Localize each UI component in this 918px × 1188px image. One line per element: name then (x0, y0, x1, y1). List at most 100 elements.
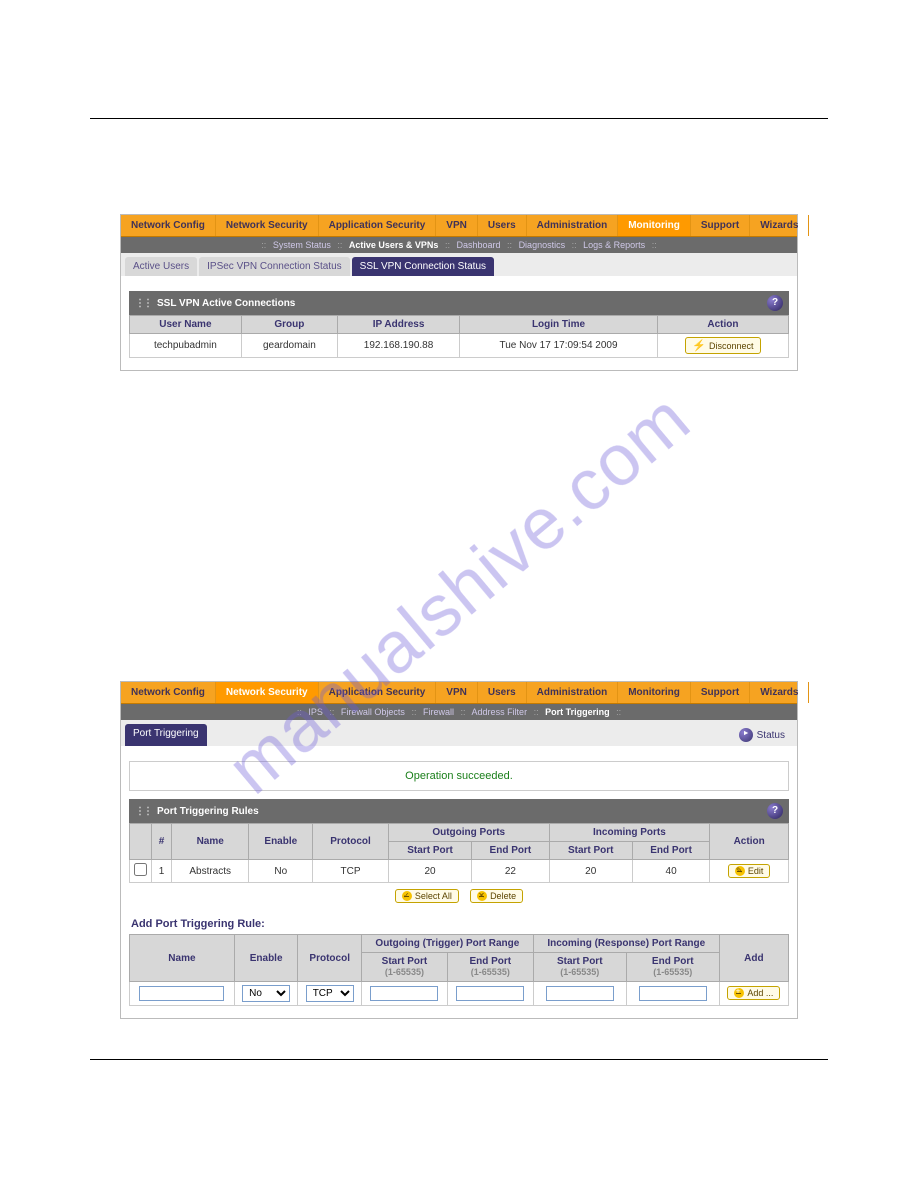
select-enable[interactable]: No (242, 985, 290, 1002)
table-row: 1 Abstracts No TCP 20 22 20 40 Edit (130, 860, 789, 883)
nav2-support[interactable]: Support (691, 682, 750, 703)
nav2-wizards[interactable]: Wizards (750, 682, 809, 703)
nav-wizards[interactable]: Wizards (750, 215, 809, 236)
tab-ipsec-status[interactable]: IPSec VPN Connection Status (199, 257, 350, 276)
nav-monitoring[interactable]: Monitoring (618, 215, 691, 236)
sub-nav-2: :: IPS :: Firewall Objects :: Firewall :… (121, 704, 797, 720)
input-out-end[interactable] (456, 986, 524, 1001)
tab-ssl-status[interactable]: SSL VPN Connection Status (352, 257, 494, 276)
input-in-start[interactable] (546, 986, 614, 1001)
add-button[interactable]: Add ... (727, 986, 780, 1000)
nav2-vpn[interactable]: VPN (436, 682, 478, 703)
nav-vpn[interactable]: VPN (436, 215, 478, 236)
row-checkbox[interactable] (134, 863, 147, 876)
cell-action: ⚡Disconnect (657, 334, 788, 358)
rules-table: # Name Enable Protocol Outgoing Ports In… (129, 823, 789, 883)
cell-in-end: 40 (632, 860, 709, 883)
nav-application-security[interactable]: Application Security (319, 215, 437, 236)
section-title: SSL VPN Active Connections (157, 298, 295, 309)
col-name: Name (172, 824, 249, 860)
col-enable: Enable (249, 824, 313, 860)
nav-network-security[interactable]: Network Security (216, 215, 319, 236)
success-message: Operation succeeded. (129, 761, 789, 791)
cell-num: 1 (152, 860, 172, 883)
input-in-end[interactable] (639, 986, 707, 1001)
x-icon (477, 891, 487, 901)
main-nav: Network Config Network Security Applicat… (121, 215, 797, 237)
cell-in-start: 20 (549, 860, 632, 883)
subnav2-ips[interactable]: IPS (308, 707, 323, 717)
sslvpn-table: User Name Group IP Address Login Time Ac… (129, 315, 789, 358)
input-name[interactable] (139, 986, 224, 1001)
status-link[interactable]: Status (739, 728, 785, 742)
nav2-users[interactable]: Users (478, 682, 527, 703)
edit-button[interactable]: Edit (728, 864, 771, 878)
col-incoming: Incoming Ports (549, 824, 710, 842)
grip-icon: ⋮⋮ (135, 806, 151, 817)
help-icon[interactable]: ? (767, 803, 783, 819)
cell-enable: No (249, 860, 313, 883)
subnav-system-status[interactable]: System Status (273, 240, 331, 250)
form-row: No TCP Add ... (130, 982, 789, 1006)
cell-out-end: 22 (472, 860, 549, 883)
col-out-start: Start Port (388, 842, 471, 860)
section-bar-rules: ⋮⋮ Port Triggering Rules ? (129, 799, 789, 823)
col-in-start: Start Port (549, 842, 632, 860)
nav2-administration[interactable]: Administration (527, 682, 619, 703)
panel-sslvpn: Network Config Network Security Applicat… (120, 214, 798, 371)
button-row: Select All Delete (129, 883, 789, 910)
nav2-network-security[interactable]: Network Security (216, 682, 319, 703)
tab-port-triggering[interactable]: Port Triggering (125, 724, 207, 746)
plus-icon (734, 988, 744, 998)
arrow-circle-icon (739, 728, 753, 742)
fh-name: Name (130, 935, 235, 982)
cell-protocol: TCP (313, 860, 389, 883)
nav2-monitoring[interactable]: Monitoring (618, 682, 691, 703)
select-all-button[interactable]: Select All (395, 889, 459, 903)
tab-active-users[interactable]: Active Users (125, 257, 197, 276)
input-out-start[interactable] (370, 986, 438, 1001)
table-row: techpubadmin geardomain 192.168.190.88 T… (130, 334, 789, 358)
subnav-dashboard[interactable]: Dashboard (456, 240, 500, 250)
fh-outrange: Outgoing (Trigger) Port Range (362, 935, 534, 953)
col-logintime: Login Time (460, 316, 658, 334)
fh-enable: Enable (234, 935, 298, 982)
page: Network Config Network Security Applicat… (0, 118, 918, 1060)
subnav2-firewall[interactable]: Firewall (423, 707, 454, 717)
col-action: Action (710, 824, 789, 860)
fh-protocol: Protocol (298, 935, 362, 982)
select-protocol[interactable]: TCP (306, 985, 354, 1002)
rule-top (90, 118, 828, 119)
tab-row: Active Users IPSec VPN Connection Status… (121, 253, 797, 276)
fh-out-end: End Port(1-65535) (447, 953, 533, 982)
panel-content: ⋮⋮ SSL VPN Active Connections ? User Nam… (121, 276, 797, 370)
col-protocol: Protocol (313, 824, 389, 860)
subnav-logs-reports[interactable]: Logs & Reports (583, 240, 645, 250)
fh-inrange: Incoming (Response) Port Range (533, 935, 719, 953)
panel2-content: Operation succeeded. ⋮⋮ Port Triggering … (121, 746, 797, 1018)
help-icon[interactable]: ? (767, 295, 783, 311)
col-in-end: End Port (632, 842, 709, 860)
subnav-active-users-vpns[interactable]: Active Users & VPNs (349, 240, 439, 250)
nav-network-config[interactable]: Network Config (121, 215, 216, 236)
nav-administration[interactable]: Administration (527, 215, 619, 236)
subnav2-port-triggering[interactable]: Port Triggering (545, 707, 610, 717)
subnav-diagnostics[interactable]: Diagnostics (519, 240, 566, 250)
form-title: Add Port Triggering Rule: (129, 910, 789, 934)
nav-support[interactable]: Support (691, 215, 750, 236)
fh-out-start: Start Port(1-65535) (362, 953, 448, 982)
check-icon (402, 891, 412, 901)
subnav2-address-filter[interactable]: Address Filter (472, 707, 528, 717)
cell-ip: 192.168.190.88 (337, 334, 459, 358)
disconnect-button[interactable]: ⚡Disconnect (685, 337, 760, 354)
nav2-network-config[interactable]: Network Config (121, 682, 216, 703)
delete-button[interactable]: Delete (470, 889, 523, 903)
tab-row-right: Status (209, 724, 793, 746)
nav-users[interactable]: Users (478, 215, 527, 236)
bolt-icon: ⚡ (692, 339, 706, 352)
cell-group: geardomain (241, 334, 337, 358)
nav2-application-security[interactable]: Application Security (319, 682, 437, 703)
rule-bottom (90, 1059, 828, 1060)
tab-row-2: Port Triggering Status (121, 720, 797, 746)
subnav2-firewall-objects[interactable]: Firewall Objects (341, 707, 405, 717)
